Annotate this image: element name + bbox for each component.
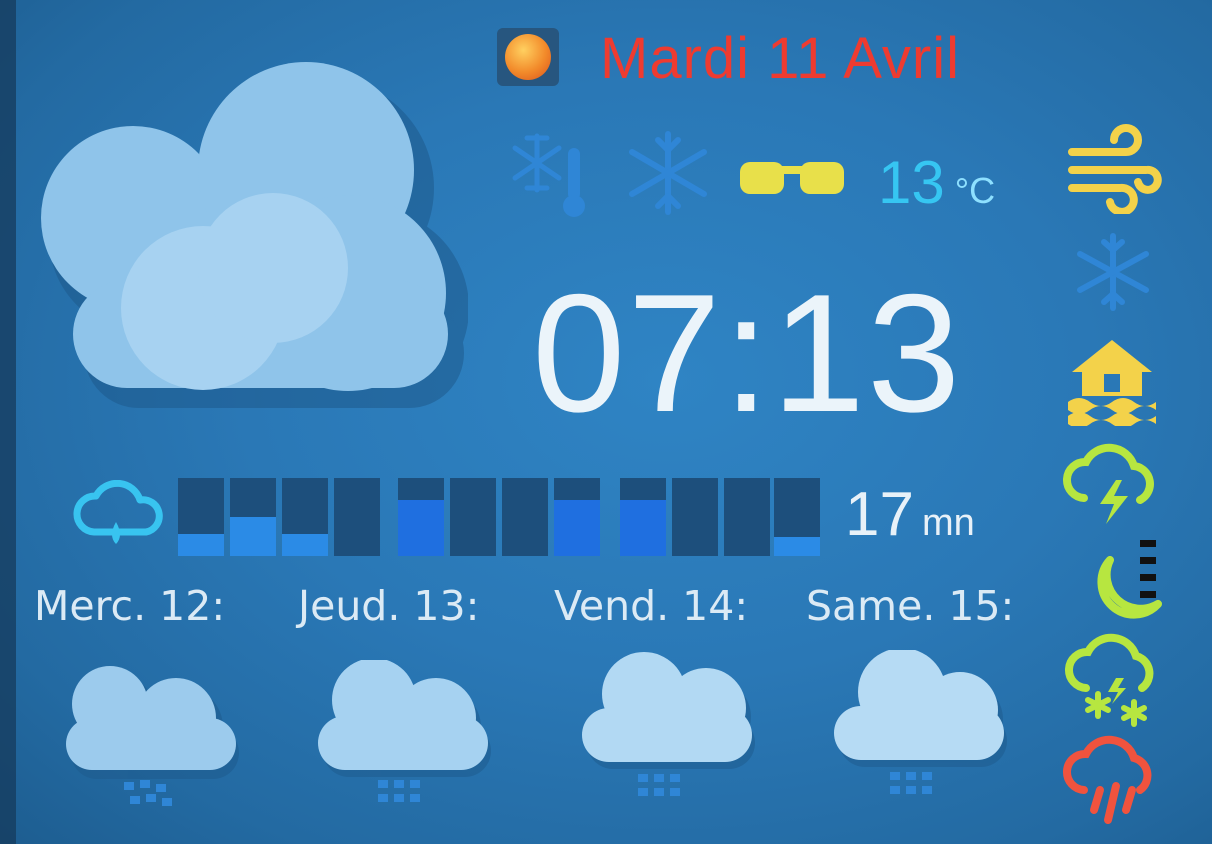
thermometer-frost-icon (512, 133, 585, 217)
rain-bar-fill (282, 534, 328, 556)
cloud-snow-icon (318, 660, 491, 802)
rain-bar-fill (230, 517, 276, 556)
weather-display: Mardi 11 Avril 13 °C 07:13 17 mn Merc. 1… (0, 0, 1212, 844)
rain-minutes-unit: mn (921, 502, 975, 544)
rain-bar (502, 478, 548, 556)
rain-cloud-icon (73, 480, 163, 544)
forecast-day-label: Same. 15: (806, 582, 1015, 630)
rain-bar (620, 478, 666, 556)
forecast-day-label: Vend. 14: (554, 582, 749, 630)
forecast-day-label: Jeud. 13: (298, 582, 480, 630)
forecast-day-label: Merc. 12: (34, 582, 226, 630)
thunderstorm-icon (1062, 443, 1154, 524)
flood-icon (1068, 340, 1156, 426)
rain-minutes: 17 mn (845, 480, 975, 550)
temperature-value: 13 °C (878, 148, 995, 218)
rain-bar (282, 478, 328, 556)
rain-bar-fill (178, 534, 224, 556)
forecast-days: Merc. 12: Jeud. 13: Vend. 14: Same. 15: (34, 580, 1044, 632)
cloud-snow-icon (582, 652, 755, 796)
snowflake-icon (629, 131, 707, 215)
rain-minutes-number: 17 (845, 480, 914, 549)
date-label: Mardi 11 Avril (600, 26, 960, 91)
temperature-number: 13 (878, 149, 945, 216)
rain-bar (230, 478, 276, 556)
rain-bar-fill (554, 499, 600, 556)
cloud-snow-icon (834, 650, 1007, 794)
rain-bar-fill (620, 499, 666, 556)
rain-bar (450, 478, 496, 556)
snow-storm-icon (1064, 633, 1154, 727)
moon-phase-ticks (1140, 540, 1158, 610)
rain-bar (774, 478, 820, 556)
rain-bar (334, 478, 380, 556)
sun-icon (497, 28, 559, 86)
temperature-unit: °C (954, 170, 996, 211)
cloud-snow-icon (66, 666, 239, 806)
wind-icon (1068, 124, 1162, 214)
clock-time: 07:13 (532, 259, 963, 447)
rain-bar (554, 478, 600, 556)
rain-bar (178, 478, 224, 556)
rain-bar-fill (398, 499, 444, 556)
rain-bar-fill (774, 536, 820, 556)
cloud-icon (41, 62, 468, 408)
sunglasses-icon (740, 162, 844, 194)
heavy-rain-icon (1062, 735, 1152, 824)
snow-icon (1077, 233, 1149, 311)
rain-bar (398, 478, 444, 556)
rain-bar (672, 478, 718, 556)
rain-bar (724, 478, 770, 556)
